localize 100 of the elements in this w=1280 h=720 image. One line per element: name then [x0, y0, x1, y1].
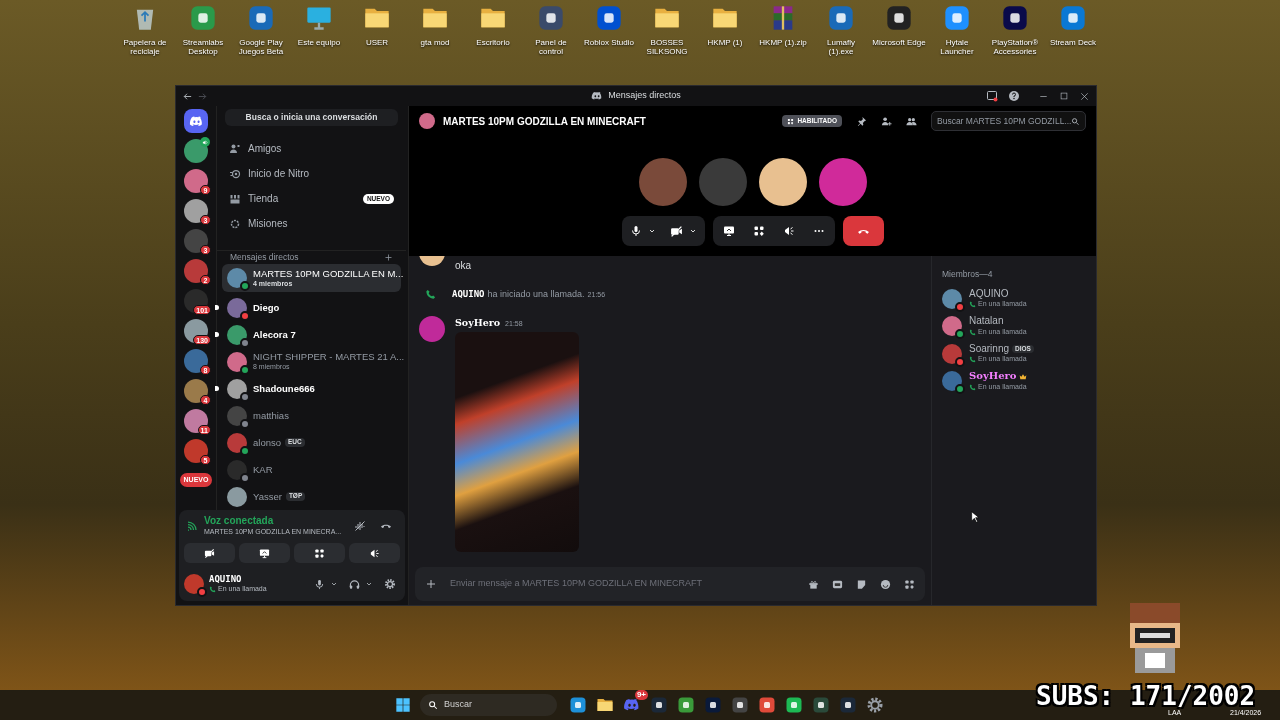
chevron-down-icon[interactable]: [330, 580, 338, 588]
desktop-icon-label[interactable]: Roblox Studio: [582, 38, 636, 47]
add-member-icon[interactable]: [881, 115, 892, 127]
server-icon[interactable]: [184, 289, 208, 313]
camera-button[interactable]: [184, 543, 235, 563]
taskbar-search[interactable]: Buscar: [420, 694, 557, 716]
desktop-icon-label[interactable]: Este equipo: [295, 38, 343, 47]
search-conversation-button[interactable]: Busca o inicia una conversación: [225, 109, 398, 127]
desktop-icon-label[interactable]: gta mod: [418, 38, 452, 47]
desktop-icon-label[interactable]: Panel de control: [522, 38, 580, 56]
server-icon[interactable]: [184, 439, 208, 463]
gif-icon[interactable]: [832, 578, 843, 590]
app-icon[interactable]: [247, 4, 275, 32]
close-icon[interactable]: [1079, 90, 1090, 102]
app-icon[interactable]: [943, 4, 971, 32]
app-icon[interactable]: [595, 4, 623, 32]
terminal-app-icon[interactable]: [812, 696, 830, 714]
soundboard-icon[interactable]: [782, 225, 795, 237]
desktop-icon-label[interactable]: Lumafly (1).exe: [812, 38, 870, 56]
app-icon[interactable]: [885, 4, 913, 32]
hang-up-button[interactable]: [842, 216, 884, 246]
dm-item[interactable]: KAR: [222, 456, 401, 483]
app-icon[interactable]: [537, 4, 565, 32]
avatar-image: [942, 371, 962, 391]
app-icon[interactable]: [189, 4, 217, 32]
start-button[interactable]: [395, 697, 411, 713]
dm-item[interactable]: matthias: [222, 402, 401, 429]
chevron-down-icon[interactable]: [365, 580, 373, 588]
desktop-icon-label[interactable]: Stream Deck: [1047, 38, 1099, 47]
activities-button[interactable]: [294, 543, 345, 563]
inbox-icon[interactable]: [986, 90, 998, 102]
camera-off-icon[interactable]: [669, 224, 683, 238]
desktop-icon-label[interactable]: HKMP (1): [705, 38, 745, 47]
pin-icon[interactable]: [856, 115, 867, 127]
maximize-icon[interactable]: [1059, 91, 1069, 101]
emoji-icon[interactable]: [880, 578, 891, 590]
add-dm-icon[interactable]: [384, 253, 393, 263]
desktop-icon-label[interactable]: Streamlabs Desktop: [174, 38, 232, 56]
help-icon[interactable]: [1008, 90, 1020, 102]
dm-item[interactable]: Shadoune666: [222, 375, 401, 402]
desktop-icon-label[interactable]: Hytale Launcher: [928, 38, 986, 56]
desktop-icon-label[interactable]: HKMP (1).zip: [757, 38, 809, 47]
settings-icon[interactable]: [384, 578, 396, 590]
microphone-icon[interactable]: [314, 578, 325, 590]
steam-app-icon[interactable]: [650, 696, 668, 714]
activities-icon: [314, 547, 325, 559]
cursor-icon: [971, 511, 979, 523]
recorder-app-icon[interactable]: [731, 696, 749, 714]
desktop-icon-label[interactable]: Google Play Juegos Beta: [232, 38, 290, 56]
chevron-down-icon[interactable]: [647, 227, 656, 235]
nav-item[interactable]: Amigos: [223, 136, 400, 162]
photo-editor-icon[interactable]: [704, 696, 722, 714]
nav-item[interactable]: Inicio de Nitro: [223, 161, 400, 187]
server-icon[interactable]: [184, 259, 208, 283]
members-header: Miembros—4: [942, 268, 994, 281]
desktop-icon-label[interactable]: PlayStation® Accessories: [986, 38, 1044, 56]
desktop-icon-label[interactable]: BOSSES SILKSONG: [638, 38, 696, 56]
headphones-icon[interactable]: [349, 578, 360, 590]
soundboard-button[interactable]: [349, 543, 400, 563]
game-app-icon[interactable]: [677, 696, 695, 714]
server-icon[interactable]: [184, 199, 208, 223]
avatar-image: [419, 113, 435, 129]
dm-item[interactable]: Diego: [222, 294, 401, 321]
activities-icon[interactable]: [752, 225, 765, 237]
server-icon[interactable]: [184, 349, 208, 373]
home-button[interactable]: [184, 109, 208, 133]
server-icon[interactable]: [184, 139, 208, 163]
settings-icon[interactable]: [866, 696, 884, 714]
back-arrow-icon[interactable]: [182, 90, 193, 102]
app-icon[interactable]: [1059, 4, 1087, 32]
server-icon[interactable]: [184, 169, 208, 193]
chevron-down-icon[interactable]: [688, 227, 697, 235]
desktop-icon-label[interactable]: Escritorio: [474, 38, 512, 47]
desktop-icon-label[interactable]: USER: [363, 38, 391, 47]
sticker-icon[interactable]: [856, 578, 867, 590]
microphone-icon[interactable]: [629, 225, 642, 237]
server-icon[interactable]: [184, 409, 208, 433]
file-explorer-icon[interactable]: [596, 696, 614, 714]
desktop-icon-label[interactable]: Papelera de reciclaje: [116, 38, 174, 56]
apps-icon[interactable]: [904, 578, 915, 590]
avatar-image: [942, 316, 962, 336]
server-icon[interactable]: [184, 379, 208, 403]
steam-app-icon[interactable]: [839, 696, 857, 714]
screen-share-button[interactable]: [239, 543, 290, 563]
screen-share-icon[interactable]: [722, 225, 735, 237]
edge-app-icon[interactable]: [569, 696, 587, 714]
music-app-icon[interactable]: [785, 696, 803, 714]
desktop-icon-label[interactable]: Microsoft Edge: [870, 38, 928, 47]
nav-item[interactable]: Misiones: [223, 211, 400, 237]
app-icon[interactable]: [827, 4, 855, 32]
gift-icon[interactable]: [808, 578, 819, 590]
search-field[interactable]: Buscar MARTES 10PM GODZILL...: [931, 111, 1086, 131]
server-icon[interactable]: [184, 319, 208, 343]
browser-app-icon[interactable]: [758, 696, 776, 714]
dm-item[interactable]: Alecora 7: [222, 321, 401, 348]
plus-icon[interactable]: [425, 578, 437, 590]
members-icon[interactable]: [906, 115, 917, 127]
noise-suppression-icon[interactable]: [354, 520, 366, 532]
app-icon[interactable]: [1001, 4, 1029, 32]
server-icon[interactable]: [184, 229, 208, 253]
